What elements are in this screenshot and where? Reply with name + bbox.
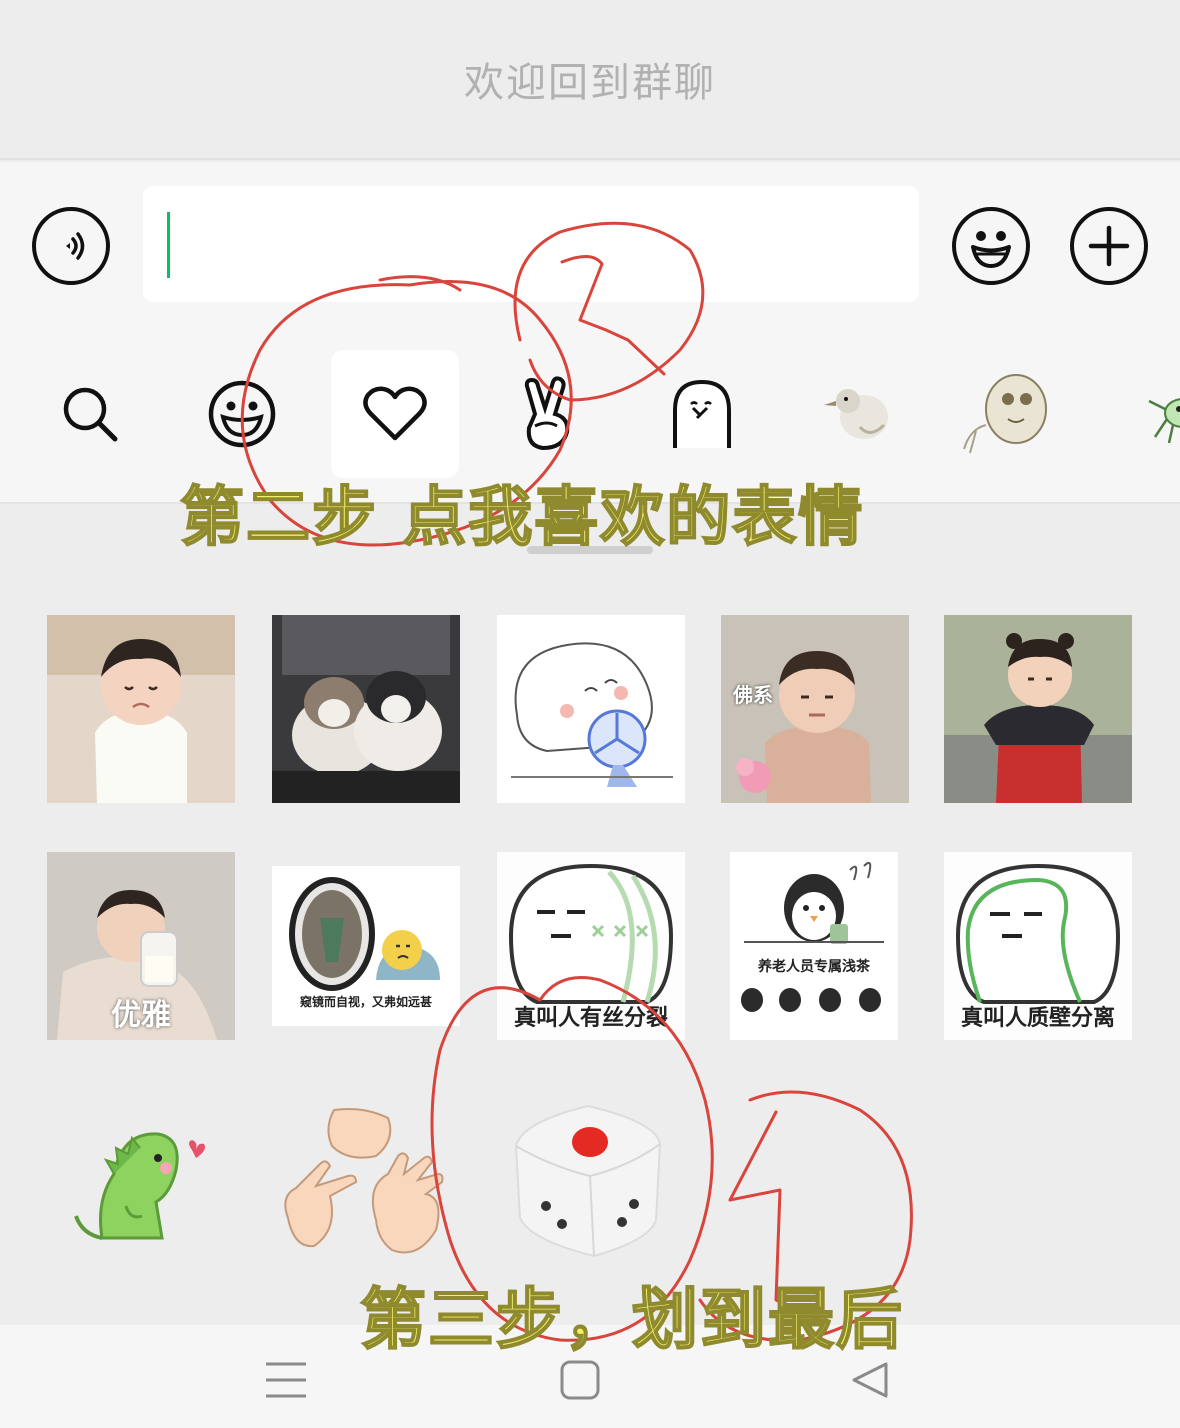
tab-sticker-pack-5[interactable] (1110, 350, 1180, 478)
ghost-sticker-icon (673, 379, 731, 448)
more-button[interactable] (1070, 207, 1148, 285)
sticker-caption: 优雅 (111, 998, 171, 1033)
sticker-dinosaur[interactable] (66, 1110, 216, 1260)
sticker-baby-red-dress[interactable] (944, 615, 1132, 803)
annotation-step3: 第三步，划到最后 (359, 1280, 904, 1359)
input-bar (0, 162, 1180, 330)
sticker-baby-foxi[interactable]: 佛系 (721, 615, 909, 803)
sticker-white-cat-fan[interactable] (497, 615, 685, 803)
search-icon (63, 387, 118, 442)
voice-icon (66, 232, 85, 260)
sticker-plasmolysis[interactable]: 真叫人质壁分离 (944, 852, 1132, 1040)
plus-icon (1088, 225, 1130, 267)
penguin-tea-image (730, 852, 898, 1040)
sticker-caption: 真叫人有丝分裂 (513, 1006, 668, 1031)
tab-search[interactable] (26, 350, 154, 478)
annotation-step2: 第二步 点我喜欢的表情 (179, 480, 865, 556)
rock-paper-scissors-icon (284, 1108, 444, 1254)
sticker-baby-crying[interactable] (47, 615, 235, 803)
bird-sticker-icon (824, 389, 888, 439)
sticker-mitosis[interactable]: 真叫人有丝分裂 (497, 852, 685, 1040)
back-icon (852, 1362, 888, 1398)
tab-favorites[interactable] (331, 350, 459, 478)
husky-puppies-image (272, 615, 460, 803)
sticker-caption: 真叫人质壁分离 (960, 1006, 1115, 1031)
sticker-caption: 窥镜而自视，又弗如远甚 (299, 995, 432, 1009)
tab-sticker-pack-2[interactable] (638, 350, 766, 478)
dinosaur-icon (74, 1132, 205, 1240)
green-bug-icon (1148, 398, 1180, 444)
nav-menu-button[interactable] (246, 1345, 326, 1415)
baby-crying-image (47, 615, 235, 803)
tab-sticker-pack-1[interactable] (484, 350, 612, 478)
voice-button[interactable] (32, 207, 110, 285)
emoji-icon (971, 231, 1011, 268)
message-input[interactable] (143, 186, 919, 302)
text-caret (167, 212, 170, 278)
sticker-caption: 养老人员专属浅茶 (758, 959, 870, 975)
baby-red-dress-image (944, 615, 1132, 803)
sticker-husky-puppies[interactable] (272, 615, 460, 803)
sticker-dice[interactable] (510, 1100, 666, 1260)
sticker-mirror-self[interactable]: 窥镜而自视，又弗如远甚 (272, 866, 460, 1026)
emoji-button[interactable] (952, 207, 1030, 285)
home-icon (560, 1360, 600, 1400)
tab-sticker-pack-4[interactable] (942, 350, 1070, 478)
frog-sketch-icon (963, 374, 1047, 454)
smiley-icon (208, 380, 276, 448)
page-title: 欢迎回到群聊 (464, 60, 716, 106)
sticker-baby-elegant[interactable]: 优雅 (47, 852, 235, 1040)
heart-icon (363, 386, 427, 441)
tab-sticker-pack-3[interactable] (790, 350, 918, 478)
chat-header: 欢迎回到群聊 (0, 0, 1180, 160)
cat-fan-image (497, 615, 685, 803)
sticker-penguin-tea[interactable]: 养老人员专属浅茶 (730, 852, 898, 1040)
dice-icon (514, 1104, 662, 1258)
tab-emoji[interactable] (178, 350, 306, 478)
peace-hand-icon (524, 376, 570, 451)
sticker-tag: 佛系 (733, 683, 773, 707)
sticker-rock-paper-scissors[interactable] (268, 1100, 458, 1270)
baby-foxi-image (721, 615, 909, 803)
menu-icon (266, 1362, 306, 1398)
